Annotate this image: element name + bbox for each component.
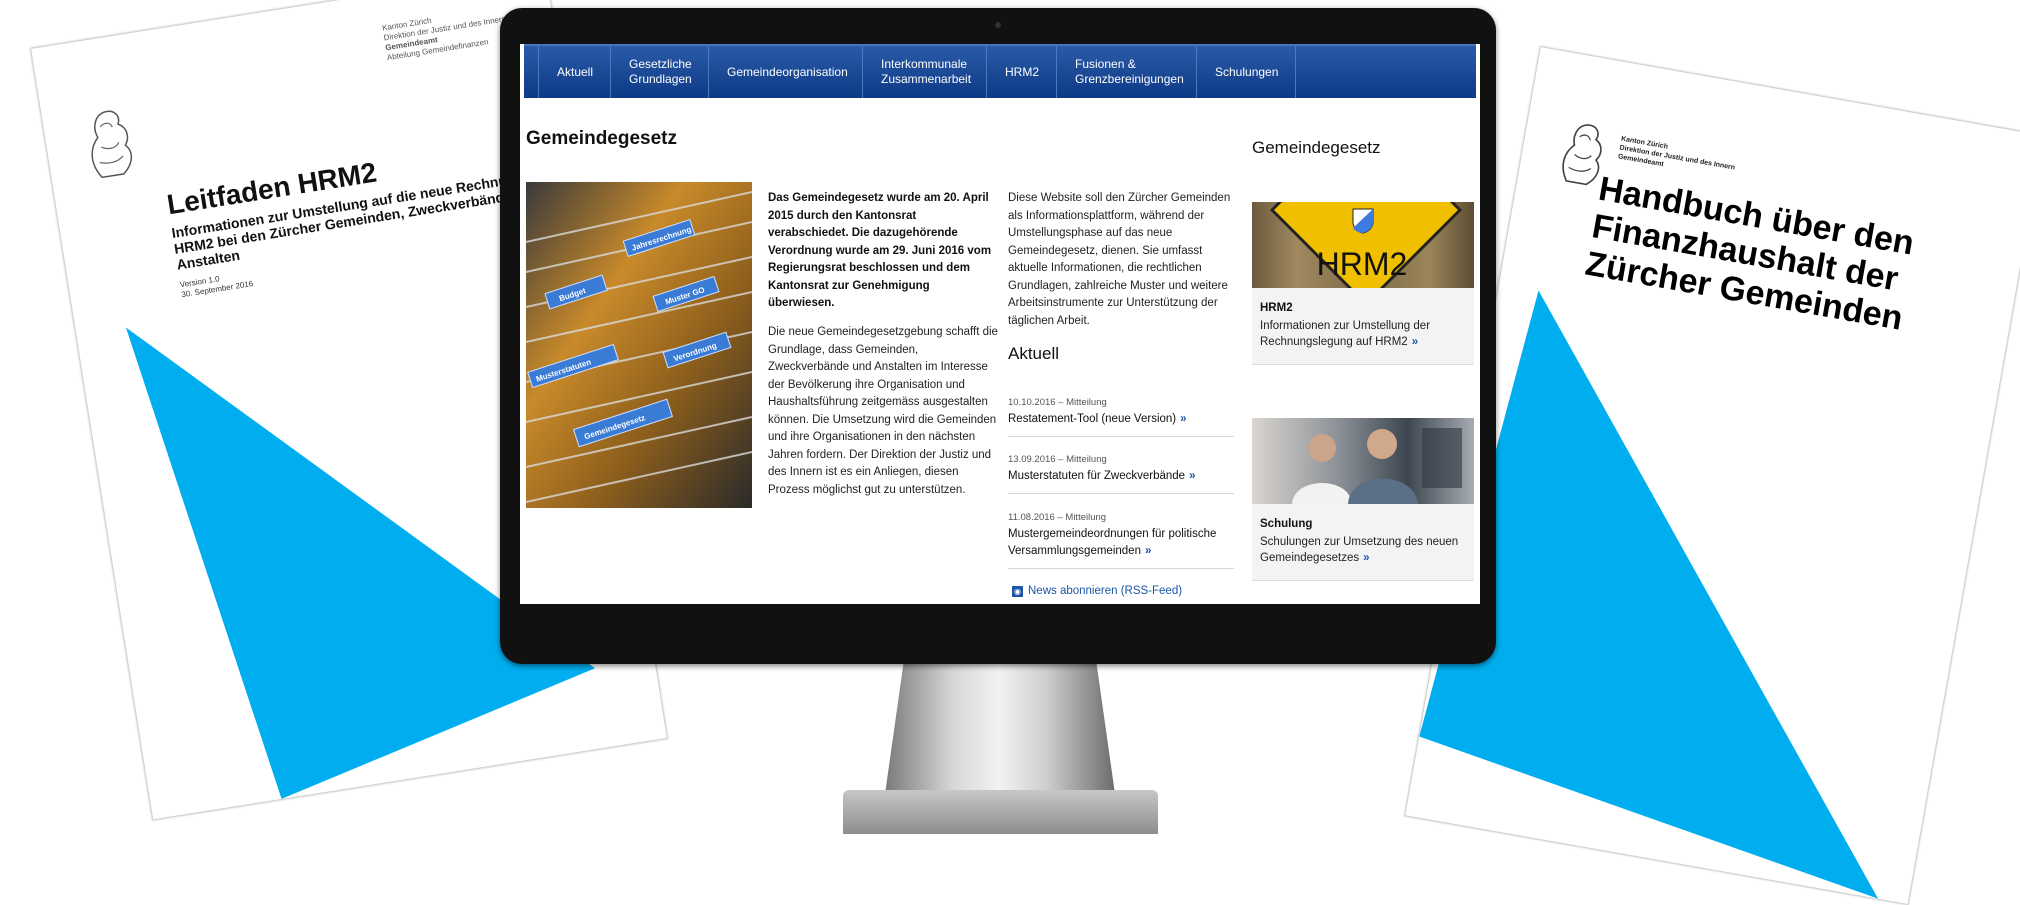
aktuell-heading: Aktuell (1008, 344, 1060, 363)
sidebar-heading: Gemeindegesetz (1252, 138, 1381, 157)
double-chevron-right-icon: » (1411, 336, 1419, 348)
nav-item-schulungen[interactable]: Schulungen (1196, 46, 1296, 98)
main-navigation: Aktuell Gesetzliche Grundlagen Gemeindeo… (524, 44, 1476, 98)
nav-item-gemeindeorganisation[interactable]: Gemeindeorganisation (708, 46, 862, 98)
news-link[interactable]: Restatement-Tool (neue Version)» (1008, 411, 1234, 428)
intro-paragraph: Diese Website soll den Zürcher Gemeinden… (1008, 192, 1231, 327)
double-chevron-right-icon: » (1144, 545, 1152, 557)
news-date: 13.09.2016 – Mitteilung (1008, 454, 1107, 465)
handbuch-document: Kanton Zürich Direktion der Justiz und d… (1404, 46, 2020, 905)
double-chevron-right-icon: » (1189, 470, 1196, 482)
teaser-hrm2[interactable]: HRM2 HRM2 Informationen zur Umstellung d… (1252, 202, 1474, 365)
teaser-link[interactable]: Schulungen zur Umsetzung des neuen Gemei… (1260, 534, 1466, 566)
monitor-camera (995, 22, 1001, 28)
news-date: 10.10.2016 – Mitteilung (1008, 397, 1107, 408)
monitor-stand-base (843, 790, 1158, 834)
news-item[interactable]: 10.10.2016 – Mitteilung Restatement-Tool… (1008, 397, 1234, 437)
rss-feed-link[interactable]: ◉ News abonnieren (RSS-Feed) (1012, 585, 1182, 597)
body-paragraph: Die neue Gemeindegesetzgebung schafft di… (768, 326, 998, 496)
rss-icon: ◉ (1012, 585, 1023, 597)
rss-label: News abonnieren (RSS-Feed) (1028, 585, 1183, 597)
nav-item-hrm2[interactable]: HRM2 (986, 46, 1056, 98)
teaser-schulung[interactable]: Schulung Schulungen zur Umsetzung des ne… (1252, 418, 1474, 581)
training-photo (1252, 418, 1474, 504)
news-link[interactable]: Musterstatuten für Zweckverbände» (1008, 468, 1234, 485)
teaser-title: Schulung (1260, 518, 1313, 530)
teaser-title: HRM2 (1260, 302, 1293, 314)
teaser-link[interactable]: Informationen zur Umstellung der Rechnun… (1260, 318, 1466, 350)
news-date: 11.08.2016 – Mitteilung (1008, 512, 1107, 523)
zurich-coat-of-arms-icon (1352, 208, 1374, 234)
double-chevron-right-icon: » (1363, 552, 1370, 564)
hrm2-sign-text: HRM2 (1316, 246, 1408, 282)
monitor-stand (885, 664, 1115, 794)
news-item[interactable]: 11.08.2016 – Mitteilung Mustergemeindeor… (1008, 512, 1234, 569)
page-title: Gemeindegesetz (526, 128, 677, 149)
lead-paragraph: Das Gemeindegesetz wurde am 20. April 20… (768, 192, 992, 309)
website-screen: Aktuell Gesetzliche Grundlagen Gemeindeo… (520, 44, 1480, 604)
hrm2-sign-image: HRM2 (1252, 202, 1474, 288)
news-link[interactable]: Mustergemeindeordnungen für politische V… (1008, 526, 1234, 560)
nav-item-interkommunale-zusammenarbeit[interactable]: Interkommunale Zusammenarbeit (862, 46, 986, 98)
nav-item-gesetzliche-grundlagen[interactable]: Gesetzliche Grundlagen (610, 46, 708, 98)
zurich-lion-logo (91, 110, 133, 179)
folder-tabs-image: Jahresrechnung Budget Muster GO Verordnu… (526, 182, 752, 508)
news-item[interactable]: 13.09.2016 – Mitteilung Musterstatuten f… (1008, 454, 1234, 494)
double-chevron-right-icon: » (1180, 413, 1187, 425)
nav-item-fusionen[interactable]: Fusionen & Grenzbereinigungen (1056, 46, 1196, 98)
nav-item-aktuell[interactable]: Aktuell (538, 46, 610, 98)
